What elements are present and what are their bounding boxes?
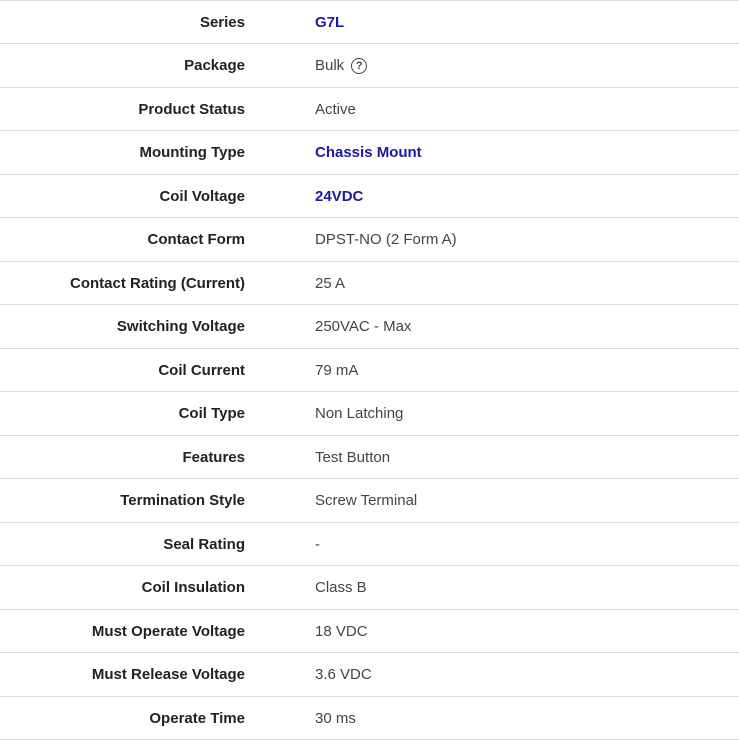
mounting-type-link[interactable]: Chassis Mount (315, 144, 422, 161)
spec-value: DPST-NO (2 Form A) (315, 231, 457, 248)
spec-row-must-operate-voltage: Must Operate Voltage 18 VDC (0, 610, 739, 653)
spec-label: Coil Current (158, 361, 245, 379)
spec-label: Must Operate Voltage (91, 622, 245, 640)
spec-row-package: Package Bulk ? (0, 44, 739, 88)
spec-row-coil-type: Coil Type Non Latching (0, 392, 739, 436)
spec-label: Features (182, 448, 245, 466)
spec-label: Package (184, 57, 245, 74)
spec-value: 24VDC (315, 188, 363, 205)
spec-row-product-status: Product Status Active (0, 88, 739, 131)
spec-label: Product Status (138, 100, 245, 118)
spec-row-contact-rating: Contact Rating (Current) 25 A (0, 262, 739, 305)
spec-label: Coil Insulation (141, 579, 245, 596)
spec-value: Test Button (315, 448, 391, 466)
spec-label: Series (199, 13, 245, 31)
spec-label: Must Release Voltage (91, 666, 245, 683)
spec-value: 250VAC - Max (315, 318, 412, 335)
spec-value: 30 ms (315, 709, 356, 727)
spec-value: 79 mA (315, 361, 359, 379)
spec-value: G7L (315, 14, 344, 31)
spec-row-switching-voltage: Switching Voltage 250VAC - Max (0, 305, 739, 349)
package-value-text: Bulk (315, 57, 345, 74)
spec-row-operate-time: Operate Time 30 ms (0, 697, 739, 740)
spec-row-seal-rating: Seal Rating - (0, 523, 739, 566)
coil-voltage-link[interactable]: 24VDC (315, 188, 363, 205)
spec-value: Chassis Mount (315, 144, 422, 161)
spec-label: Termination Style (120, 492, 245, 509)
spec-label: Seal Rating (163, 535, 245, 553)
spec-value: 18 VDC (315, 622, 368, 640)
spec-value: Active (315, 100, 356, 118)
product-attributes-table: Series G7L Package Bulk ? Product Status… (0, 0, 739, 740)
spec-label: Mounting Type (139, 144, 245, 161)
spec-row-coil-current: Coil Current 79 mA (0, 349, 739, 392)
spec-row-features: Features Test Button (0, 436, 739, 479)
spec-row-series: Series G7L (0, 1, 739, 44)
spec-row-coil-voltage: Coil Voltage 24VDC (0, 175, 739, 218)
spec-value: 3.6 VDC (315, 666, 372, 683)
spec-value: 25 A (315, 274, 346, 292)
spec-value: Class B (315, 579, 367, 596)
spec-row-must-release-voltage: Must Release Voltage 3.6 VDC (0, 653, 739, 697)
spec-label: Contact Form (147, 231, 246, 248)
spec-row-mounting-type: Mounting Type Chassis Mount (0, 131, 739, 175)
spec-row-coil-insulation: Coil Insulation Class B (0, 566, 739, 610)
series-link[interactable]: G7L (315, 14, 344, 31)
spec-value: Screw Terminal (315, 492, 418, 509)
spec-value: Bulk ? (315, 57, 368, 74)
spec-value: Non Latching (315, 405, 404, 422)
spec-label: Coil Type (178, 405, 245, 422)
spec-label: Switching Voltage (116, 318, 245, 335)
spec-label: Coil Voltage (159, 187, 245, 205)
spec-row-contact-form: Contact Form DPST-NO (2 Form A) (0, 218, 739, 262)
question-circle-icon[interactable]: ? (351, 57, 368, 74)
spec-label: Contact Rating (Current) (70, 274, 245, 292)
spec-value: - (315, 535, 320, 553)
spec-row-termination-style: Termination Style Screw Terminal (0, 479, 739, 523)
spec-label: Operate Time (149, 709, 245, 727)
